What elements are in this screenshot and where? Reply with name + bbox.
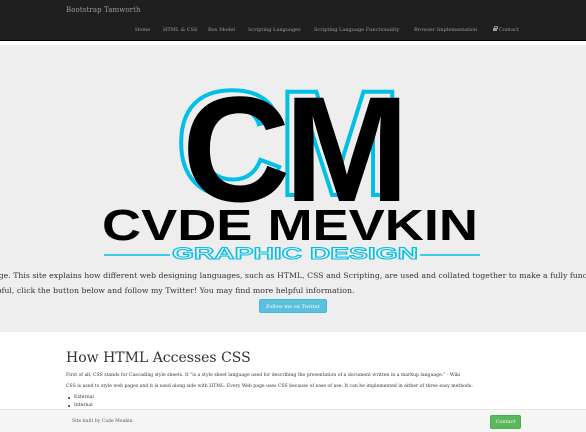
- lock-icon: [493, 26, 498, 31]
- nav-item-home[interactable]: Home: [135, 27, 150, 33]
- list-item: External: [68, 395, 94, 400]
- logo-tagline: GRAPHIC DESIGN: [172, 244, 418, 263]
- footer-credit: Site built by Cade Meakin: [72, 419, 133, 424]
- footer: Site built by Cade Meakin Contact: [0, 409, 586, 432]
- css-definition-paragraph: First of all, CSS stands for Cascading s…: [66, 373, 461, 378]
- follow-twitter-button[interactable]: Follow me on Twitter: [259, 299, 327, 313]
- hero-section: CM CM CVDE MEVKIN GRAPHIC DESIGN age. Th…: [0, 45, 586, 332]
- css-methods-list: External Internal: [68, 394, 94, 410]
- nav-item-box-model[interactable]: Box Model: [208, 27, 235, 33]
- nav-menu: Home HTML & CSS Box Model Scripting Lang…: [0, 26, 586, 37]
- navbar: Bootstrap Tamworth Home HTML & CSS Box M…: [0, 0, 586, 41]
- intro-line-1: age. This site explains how different we…: [0, 271, 586, 280]
- css-usage-paragraph: CSS is used to style web pages and it is…: [66, 384, 473, 389]
- nav-item-scripting-languages[interactable]: Scripting Languages: [248, 27, 301, 33]
- brand-link[interactable]: Bootstrap Tamworth: [66, 6, 141, 14]
- intro-line-2: lpful, click the button below and follow…: [0, 286, 355, 295]
- nav-contact-label: Contact: [499, 27, 519, 33]
- contact-button[interactable]: Contact: [490, 415, 521, 429]
- nav-item-browser-implementation[interactable]: Browser Implementation: [414, 27, 477, 33]
- section-heading: How HTML Accesses CSS: [66, 350, 251, 366]
- nav-item-html-css[interactable]: HTML & CSS: [163, 27, 197, 33]
- logo-name: CVDE MEVKIN: [102, 201, 478, 250]
- nav-item-contact[interactable]: Contact: [493, 26, 519, 33]
- cade-meakin-logo: CM CM CVDE MEVKIN GRAPHIC DESIGN: [102, 63, 480, 263]
- intro-text: age. This site explains how different we…: [0, 268, 586, 298]
- nav-item-scripting-functionality[interactable]: Scripting Language Functionality: [314, 27, 399, 33]
- main-content: How HTML Accesses CSS First of all, CSS …: [66, 350, 546, 408]
